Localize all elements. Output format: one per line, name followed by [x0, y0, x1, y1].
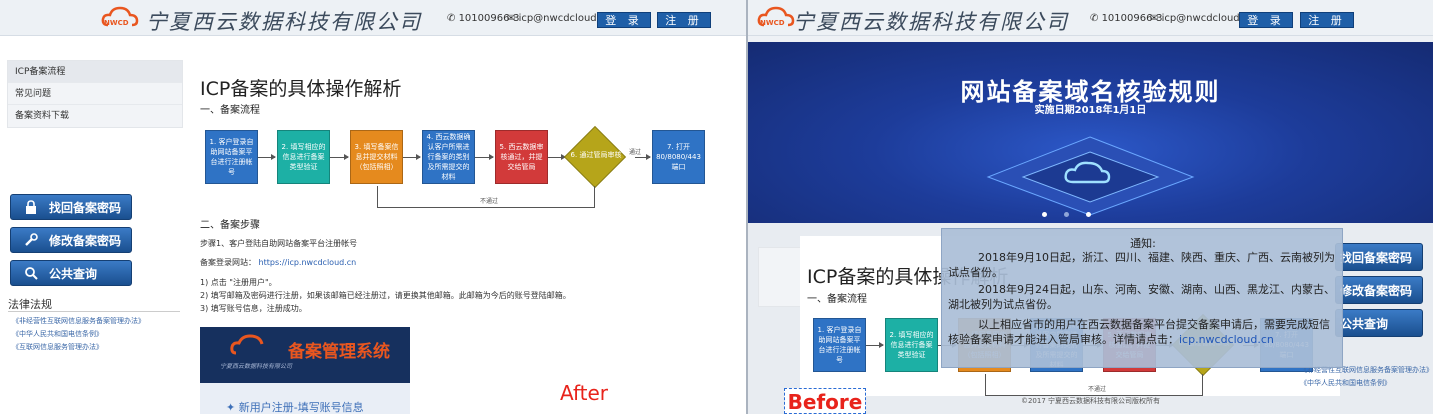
instruction-item: 3) 填写账号信息，注册成功。: [200, 304, 307, 313]
law-link[interactable]: 《互联网信息服务管理办法》: [12, 342, 103, 352]
flow-step-box: 4. 西云数据确认客户所需进行备案的类别及所需提交的材料: [422, 130, 475, 184]
nwcd-logo-icon[interactable]: [756, 5, 796, 31]
notice-link[interactable]: icp.nwcdcloud.cn: [1179, 333, 1274, 346]
flow-arrow: [548, 154, 566, 160]
change-password-button[interactable]: 修改备案密码: [1335, 276, 1423, 304]
public-query-label: 公共查询: [49, 266, 98, 281]
system-screenshot: 备案管理系统 宁夏西云数据科技有限公司 ✦ 新用户注册-填写账号信息: [200, 327, 410, 414]
site-line: 备案登录网站： https://icp.nwcdcloud.cn: [200, 257, 356, 268]
site-label: 备案登录网站：: [200, 258, 256, 267]
brand-name: 宁夏西云数据科技有限公司: [793, 10, 1069, 34]
register-button[interactable]: 注 册: [1300, 12, 1354, 28]
flow-step-label: 6. 通过管局审核: [570, 151, 622, 159]
flow-step-box: 7. 打开80/8080/443端口: [652, 130, 705, 184]
section-title-steps: 二、备案步骤: [200, 220, 260, 231]
system-register-link[interactable]: ✦ 新用户注册-填写账号信息: [226, 399, 364, 414]
chip-illustration-icon: [986, 136, 1195, 216]
logo-text: NWCD: [760, 19, 785, 27]
flow-arrow: [403, 154, 421, 160]
recover-password-label: 找回备案密码: [49, 200, 122, 215]
notice-popup: 通知: 2018年9月10日起，浙江、四川、福建、陕西、重庆、广西、云南被列为试…: [941, 228, 1343, 368]
public-query-button[interactable]: 公共查询: [1335, 309, 1423, 337]
login-button[interactable]: 登 录: [597, 12, 651, 28]
law-section-title: 法律法规: [8, 298, 52, 311]
flow-step-box: 1. 客户登录自助网站备案平台进行注册帐号: [813, 318, 866, 372]
brand-name: 宁夏西云数据科技有限公司: [146, 10, 422, 34]
page-title: ICP备案的具体操作解析: [200, 78, 402, 100]
search-icon: [23, 265, 39, 281]
flow-pass-label: 通过: [629, 149, 642, 156]
flow-step-box: 5. 西云数据审核通过，并提交给管局: [495, 130, 548, 184]
recover-password-button[interactable]: 找回备案密码: [1335, 243, 1423, 271]
before-label: Before: [784, 388, 866, 414]
instruction-item: 2) 填写邮箱及密码进行注册，如果该邮箱已经注册过，请更换其他邮箱。此邮箱为今后…: [200, 291, 571, 300]
flow-arrow: [866, 342, 884, 348]
flow-step-box: 1. 客户登录自助网站备案平台进行注册帐号: [205, 130, 258, 184]
lock-icon: [23, 199, 39, 215]
flow-step-box: 2. 填写相应的信息进行备案类型验证: [277, 130, 330, 184]
flow-fail-label: 不通过: [1088, 386, 1107, 393]
after-panel: NWCD 宁夏西云数据科技有限公司 ✆ 10100966-3 ✉ icp@nwc…: [0, 0, 748, 414]
sidebar-item-icp-process[interactable]: ICP备案流程: [8, 61, 182, 83]
sidebar-item-downloads[interactable]: 备案资料下载: [8, 105, 182, 127]
carousel-dot[interactable]: [1042, 212, 1047, 217]
notice-title: 通知:: [1130, 237, 1156, 250]
system-title: 备案管理系统: [288, 342, 390, 362]
site-url-link[interactable]: https://icp.nwcdcloud.cn: [259, 258, 357, 267]
notice-paragraph: 2018年9月24日起，山东、河南、安徽、湖南、山西、黑龙江、内蒙古、湖北被列为…: [948, 283, 1335, 311]
system-subtitle: 宁夏西云数据科技有限公司: [220, 363, 293, 370]
flow-arrow: [635, 154, 651, 160]
sidebar-item-faq[interactable]: 常见问题: [8, 83, 182, 105]
banner-subtitle: 实施日期2018年1月1日: [1034, 105, 1147, 116]
law-divider: [8, 311, 180, 312]
system-logo-icon: [230, 334, 264, 355]
recover-password-button[interactable]: 找回备案密码: [10, 194, 132, 220]
carousel-dot[interactable]: [1064, 212, 1069, 217]
nwcd-logo-icon[interactable]: [100, 5, 140, 31]
instruction-item: 1) 点击 "注册用户"。: [200, 278, 277, 287]
step-heading: 步骤1、客户登陆自助网站备案平台注册帐号: [200, 239, 358, 248]
flow-arrow: [330, 154, 349, 160]
login-button[interactable]: 登 录: [1239, 12, 1293, 28]
after-label: After: [560, 381, 609, 405]
before-panel: NWCD 宁夏西云数据科技有限公司 ✆ 10100966-3 ✉ icp@nwc…: [748, 0, 1433, 414]
flow-arrow: [258, 154, 276, 160]
flow-step-box: 3. 填写备案信息并提交材料（包括照相）: [350, 130, 403, 184]
public-query-button[interactable]: 公共查询: [10, 260, 132, 286]
contact-email[interactable]: ✉ icp@nwcdcloud.cn: [507, 13, 612, 24]
notice-paragraph: 2018年9月10日起，浙江、四川、福建、陕西、重庆、广西、云南被列为试点省份。: [948, 251, 1335, 279]
flow-step-box: 2. 填写相应的信息进行备案类型验证: [885, 318, 938, 372]
sidebar-nav: ICP备案流程 常见问题 备案资料下载: [7, 60, 183, 128]
hero-banner: [748, 42, 1433, 223]
flow-arrow: [475, 154, 494, 160]
change-password-button[interactable]: 修改备案密码: [10, 227, 132, 253]
law-link[interactable]: 《非经营性互联网信息服务备案管理办法》: [12, 316, 145, 326]
notice-paragraph: 以上相应省市的用户在西云数据备案平台提交备案申请后，需要完成短信核验备案申请才能…: [948, 318, 1330, 346]
wrench-icon: [23, 232, 39, 248]
register-button[interactable]: 注 册: [657, 12, 711, 28]
header-bar: NWCD 宁夏西云数据科技有限公司 ✆ 10100966-3 ✉ icp@nwc…: [748, 0, 1433, 36]
sidebar-nav-partial: [758, 247, 802, 307]
change-password-label: 修改备案密码: [49, 233, 122, 248]
header-bar: NWCD 宁夏西云数据科技有限公司 ✆ 10100966-3 ✉ icp@nwc…: [0, 0, 748, 36]
section-title-process: 一、备案流程: [200, 105, 260, 116]
section-title-process: 一、备案流程: [807, 294, 867, 305]
carousel-dot[interactable]: [1086, 212, 1091, 217]
law-link[interactable]: 《中华人民共和国电信条例》: [1300, 378, 1391, 388]
law-link[interactable]: 《中华人民共和国电信条例》: [12, 329, 103, 339]
logo-text: NWCD: [104, 19, 129, 27]
flow-fail-label: 不通过: [480, 198, 499, 205]
